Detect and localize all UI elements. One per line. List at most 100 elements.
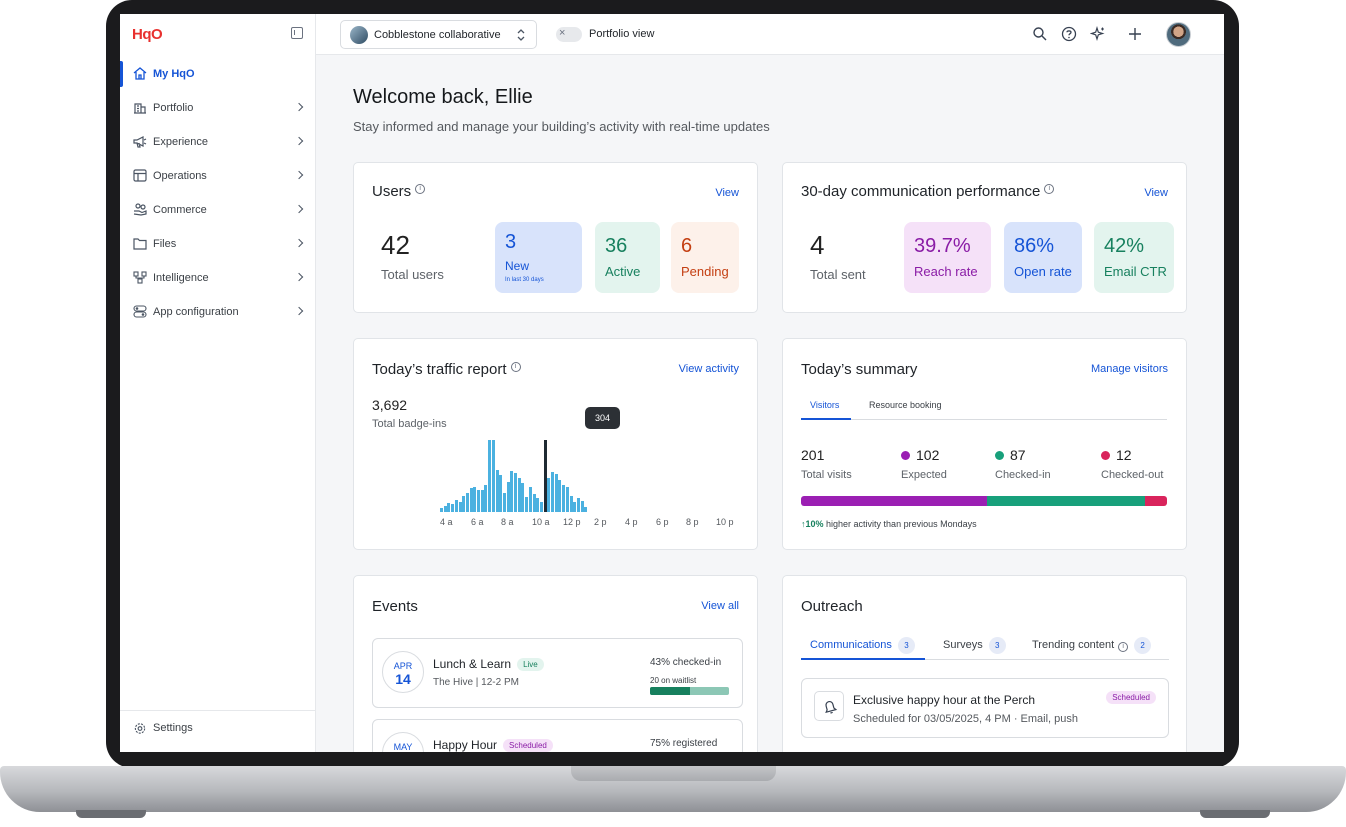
open-rate-stat[interactable]: 86% Open rate	[1004, 222, 1082, 293]
sidebar-item-portfolio[interactable]: Portfolio	[120, 91, 316, 125]
event-item[interactable]: MAY Happy Hour Scheduled 75% registered	[372, 719, 743, 752]
pending-users-stat[interactable]: 6 Pending	[671, 222, 739, 293]
chart-bar[interactable]	[539, 501, 543, 512]
chart-bar[interactable]	[458, 501, 462, 512]
checked-out-segment	[1145, 496, 1167, 506]
chart-bar[interactable]	[580, 501, 584, 512]
nodes-icon	[133, 271, 147, 284]
hqo-logo[interactable]: HqO	[132, 26, 163, 43]
tab-label: Surveys	[943, 639, 983, 651]
chart-bar[interactable]	[569, 496, 573, 512]
new-users-stat[interactable]: 3 New In last 30 days	[495, 222, 582, 293]
tab-surveys[interactable]: Surveys 3	[943, 637, 1006, 654]
sidebar-item-operations[interactable]: Operations	[120, 159, 316, 193]
chart-bar[interactable]	[495, 469, 499, 512]
sidebar-item-settings[interactable]: Settings	[120, 710, 316, 744]
active-users-stat[interactable]: 36 Active	[595, 222, 660, 293]
tab-resource-booking[interactable]: Resource booking	[869, 400, 942, 410]
communication-title: Exclusive happy hour at the Perch	[853, 693, 1036, 707]
chart-bar[interactable]	[554, 473, 558, 512]
chart-bar[interactable]	[462, 496, 466, 512]
info-icon[interactable]: i	[510, 362, 521, 372]
comms-view-link[interactable]: View	[1144, 187, 1168, 199]
chart-bar[interactable]	[443, 505, 447, 512]
sidebar-item-app-configuration[interactable]: App configuration	[120, 295, 316, 329]
building-selector[interactable]: Cobblestone collaborative	[340, 20, 537, 49]
event-date: MAY	[382, 732, 424, 752]
chart-bar[interactable]	[562, 484, 566, 512]
sidebar-item-commerce[interactable]: Commerce	[120, 193, 316, 227]
portfolio-view-toggle[interactable]	[556, 27, 582, 42]
sidebar-item-label: Operations	[153, 170, 207, 182]
chart-bar[interactable]	[491, 440, 495, 512]
expected-dot	[901, 451, 910, 460]
chart-bar[interactable]	[488, 440, 492, 512]
chart-bar[interactable]	[525, 496, 529, 512]
chart-bar[interactable]	[547, 478, 551, 512]
communication-item[interactable]: Exclusive happy hour at the Perch Schedu…	[801, 678, 1169, 738]
manage-visitors-link[interactable]: Manage visitors	[1091, 363, 1168, 375]
x-tick-label: 4 p	[625, 517, 638, 527]
info-icon[interactable]: i	[415, 184, 426, 194]
chevron-up-down-icon	[517, 29, 525, 41]
chart-bar[interactable]	[573, 501, 577, 512]
chart-bar[interactable]	[510, 470, 514, 512]
chart-bar[interactable]	[514, 473, 517, 512]
chart-bar[interactable]	[465, 493, 469, 512]
chart-bar[interactable]	[484, 484, 488, 512]
events-title: Events	[372, 598, 418, 615]
event-progress-bar	[650, 687, 729, 695]
reach-rate-stat[interactable]: 39.7% Reach rate	[904, 222, 991, 293]
collapse-sidebar-icon[interactable]	[291, 27, 303, 39]
sidebar-item-experience[interactable]: Experience	[120, 125, 316, 159]
view-all-events-link[interactable]: View all	[701, 600, 739, 612]
chart-bar[interactable]	[584, 506, 588, 512]
chart-bar[interactable]	[502, 493, 506, 512]
email-ctr-stat[interactable]: 42% Email CTR	[1094, 222, 1174, 293]
chart-bar[interactable]	[440, 508, 443, 512]
chart-bar[interactable]	[499, 474, 503, 512]
tab-visitors[interactable]: Visitors	[810, 400, 839, 410]
chart-bar[interactable]	[532, 494, 536, 512]
settings-label: Settings	[153, 721, 193, 734]
x-tick-label: 4 a	[440, 517, 453, 527]
chart-bar[interactable]	[536, 498, 540, 512]
chart-bar[interactable]	[473, 486, 477, 512]
info-icon[interactable]: i	[1118, 642, 1129, 652]
view-activity-link[interactable]: View activity	[679, 363, 739, 375]
tab-communications[interactable]: Communications 3	[810, 637, 915, 654]
chart-bar[interactable]	[451, 504, 455, 512]
checked-in-number: 87	[1010, 447, 1026, 463]
sidebar-item-files[interactable]: Files	[120, 227, 316, 261]
sparkle-icon[interactable]	[1090, 26, 1106, 42]
email-ctr-value: 42%	[1104, 235, 1145, 257]
event-name-row: Lunch & Learn Live	[433, 657, 544, 671]
chart-bar[interactable]	[517, 478, 521, 512]
chart-bar[interactable]	[506, 481, 510, 512]
chart-bar[interactable]	[576, 497, 580, 512]
users-view-link[interactable]: View	[715, 187, 739, 199]
help-icon[interactable]	[1061, 26, 1077, 42]
info-icon[interactable]: i	[1044, 184, 1055, 194]
event-item[interactable]: APR 14 Lunch & Learn Live The Hive | 12-2 …	[372, 638, 743, 708]
chart-bar[interactable]	[480, 490, 484, 512]
chart-bar[interactable]	[454, 499, 458, 512]
chart-bar[interactable]	[558, 480, 562, 512]
chart-bar[interactable]	[469, 488, 473, 512]
chart-bar[interactable]	[565, 486, 569, 512]
chart-bar[interactable]	[477, 489, 480, 512]
tab-trending-content[interactable]: Trending content i 2	[1032, 637, 1152, 654]
avatar[interactable]	[1166, 22, 1191, 47]
sidebar-item-label: Commerce	[153, 204, 207, 216]
x-tick-label: 10 p	[716, 517, 734, 527]
chart-bar[interactable]	[528, 486, 532, 512]
chart-bar[interactable]	[543, 440, 547, 512]
sidebar-item-intelligence[interactable]: Intelligence	[120, 261, 316, 295]
search-icon[interactable]	[1032, 26, 1048, 42]
chart-bar[interactable]	[551, 471, 554, 512]
plus-icon[interactable]	[1127, 26, 1143, 42]
sidebar-item-my-hqo[interactable]: My HqO	[120, 57, 316, 91]
chart-bar[interactable]	[521, 483, 525, 512]
chart-bar[interactable]	[447, 502, 451, 512]
total-sent-value: 4	[810, 230, 825, 260]
